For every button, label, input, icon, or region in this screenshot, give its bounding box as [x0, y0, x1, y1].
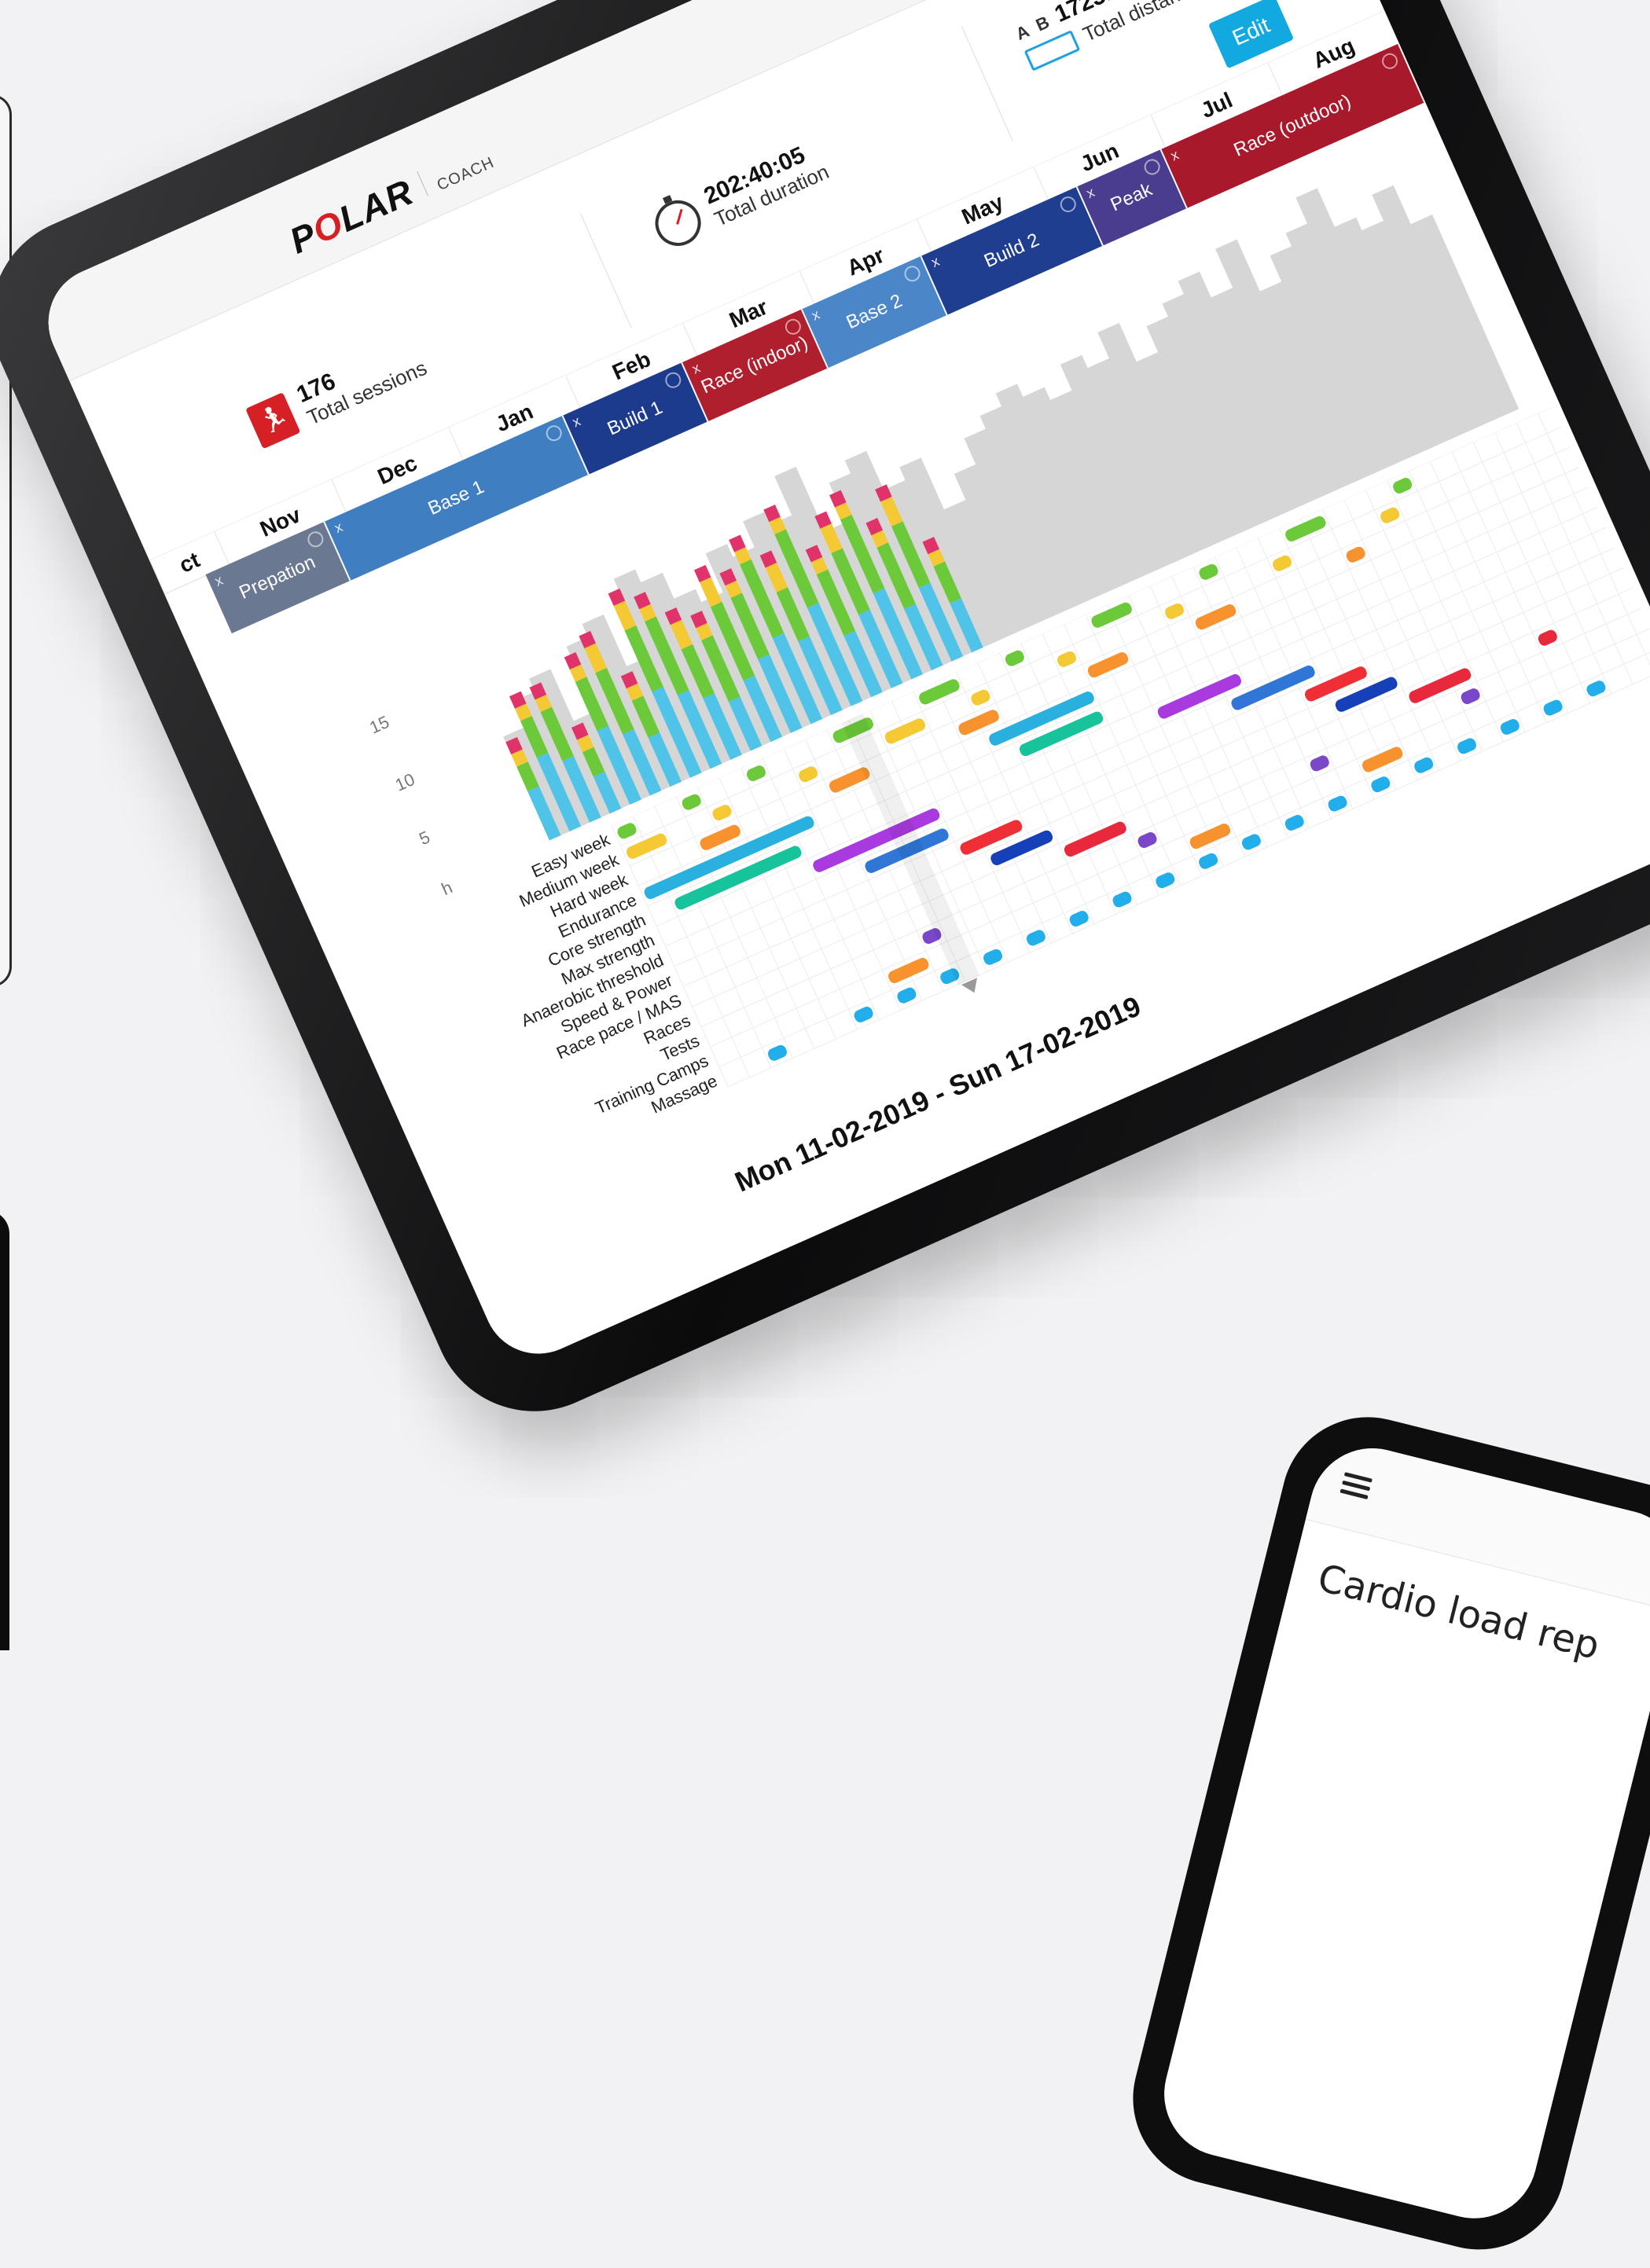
phase-name: Base 2 [843, 290, 906, 334]
running-person-icon [245, 392, 301, 450]
training-block[interactable] [1284, 813, 1306, 832]
phase-handle-icon[interactable] [305, 529, 326, 550]
training-block[interactable] [1542, 698, 1564, 717]
phase-handle-icon[interactable] [663, 369, 684, 391]
training-block[interactable] [1197, 563, 1219, 582]
training-block[interactable] [969, 688, 991, 706]
training-block[interactable] [1309, 754, 1331, 773]
remove-phase-icon[interactable]: x [212, 572, 226, 590]
training-block[interactable] [884, 717, 928, 746]
training-block[interactable] [1194, 603, 1238, 632]
grid-line [1322, 508, 1440, 771]
stat-divider [579, 213, 632, 328]
training-block[interactable] [1025, 928, 1047, 947]
coach-label: COACH [434, 153, 498, 195]
training-block[interactable] [766, 1044, 788, 1062]
grid-line [1020, 643, 1138, 905]
training-block[interactable] [957, 708, 1001, 737]
training-block[interactable] [711, 803, 733, 822]
training-block[interactable] [797, 765, 819, 784]
grid-line [1128, 595, 1246, 857]
training-block[interactable] [982, 948, 1004, 967]
training-block[interactable] [1188, 822, 1232, 851]
grid-line [1343, 499, 1461, 762]
phase-handle-icon[interactable] [543, 423, 564, 444]
training-block[interactable] [1585, 679, 1607, 698]
training-block[interactable] [1156, 673, 1244, 721]
adjacent-device-frame [0, 94, 12, 987]
tablet-device: POLAR COACH 176 Total sessions 202:40:05… [0, 0, 1650, 1444]
remove-phase-icon[interactable]: x [689, 360, 703, 378]
phase-handle-icon[interactable] [1141, 156, 1163, 178]
phase-name: Peak [1107, 178, 1156, 216]
training-block[interactable] [1163, 602, 1185, 621]
grid-line [1472, 442, 1590, 704]
training-block[interactable] [1413, 756, 1435, 775]
training-block[interactable] [1004, 648, 1026, 667]
total-distance-stat: AB1723.70 km Total distance [1011, 0, 1204, 72]
grid-line [762, 758, 880, 1020]
training-block[interactable] [1369, 775, 1391, 794]
total-duration-stat: 202:40:05 Total duration [647, 136, 832, 255]
training-block[interactable] [1197, 852, 1219, 871]
remove-phase-icon[interactable]: x [929, 253, 943, 271]
grid-line [740, 768, 858, 1030]
logo-divider [417, 171, 428, 196]
training-block[interactable] [1326, 794, 1348, 813]
toggle-b[interactable]: B [1033, 12, 1053, 35]
training-block[interactable] [1456, 736, 1478, 755]
toggle-a[interactable]: A [1012, 21, 1032, 44]
training-block[interactable] [1459, 687, 1481, 706]
grid-line [718, 777, 836, 1040]
training-block[interactable] [745, 764, 767, 783]
training-block[interactable] [698, 823, 742, 852]
training-block[interactable] [616, 821, 638, 840]
remove-phase-icon[interactable]: x [809, 306, 822, 325]
grid-line [1387, 480, 1505, 743]
phase-handle-icon[interactable] [1057, 194, 1079, 215]
stat-divider [961, 26, 1013, 141]
training-block[interactable] [1391, 476, 1413, 495]
phase-handle-icon[interactable] [1379, 50, 1401, 72]
training-block[interactable] [852, 1005, 874, 1024]
grid-line [998, 652, 1116, 915]
adjacent-device-bezel [0, 1210, 9, 1650]
training-block[interactable] [1136, 831, 1158, 850]
total-sessions-stat: 176 Total sessions [244, 332, 430, 453]
stopwatch-icon [648, 193, 708, 254]
training-block[interactable] [1344, 545, 1366, 564]
phase-name: Build 2 [980, 229, 1042, 273]
training-block[interactable] [625, 831, 669, 861]
training-block[interactable] [1068, 909, 1090, 928]
hamburger-menu-icon[interactable] [1339, 1472, 1373, 1500]
remove-phase-icon[interactable]: x [570, 413, 583, 431]
training-block[interactable] [1240, 832, 1262, 851]
remove-phase-icon[interactable]: x [332, 519, 345, 537]
training-block[interactable] [1229, 664, 1317, 712]
training-block[interactable] [1271, 554, 1293, 573]
training-block[interactable] [887, 956, 931, 985]
training-block[interactable] [1086, 651, 1130, 680]
training-block[interactable] [1111, 890, 1133, 908]
phase-handle-icon[interactable] [902, 262, 924, 284]
training-block[interactable] [1379, 506, 1401, 525]
training-block[interactable] [681, 792, 703, 811]
tablet-screen: POLAR COACH 176 Total sessions 202:40:05… [31, 0, 1650, 1371]
grid-line [1279, 528, 1397, 791]
training-block[interactable] [1154, 871, 1176, 890]
training-block[interactable] [1361, 745, 1405, 774]
training-block[interactable] [1499, 717, 1521, 736]
phase-name: Build 1 [604, 396, 666, 440]
training-block[interactable] [1063, 820, 1128, 858]
training-block[interactable] [1537, 628, 1559, 647]
phone-device: Cardio load rep [1115, 1399, 1650, 2268]
remove-phase-icon[interactable]: x [1168, 147, 1181, 165]
phase-name: Base 1 [424, 475, 487, 520]
grid-line [1365, 490, 1483, 752]
remove-phase-icon[interactable]: x [1084, 184, 1097, 202]
training-block[interactable] [1056, 650, 1078, 669]
phase-name: Prepation [236, 551, 319, 604]
training-block[interactable] [895, 985, 917, 1004]
